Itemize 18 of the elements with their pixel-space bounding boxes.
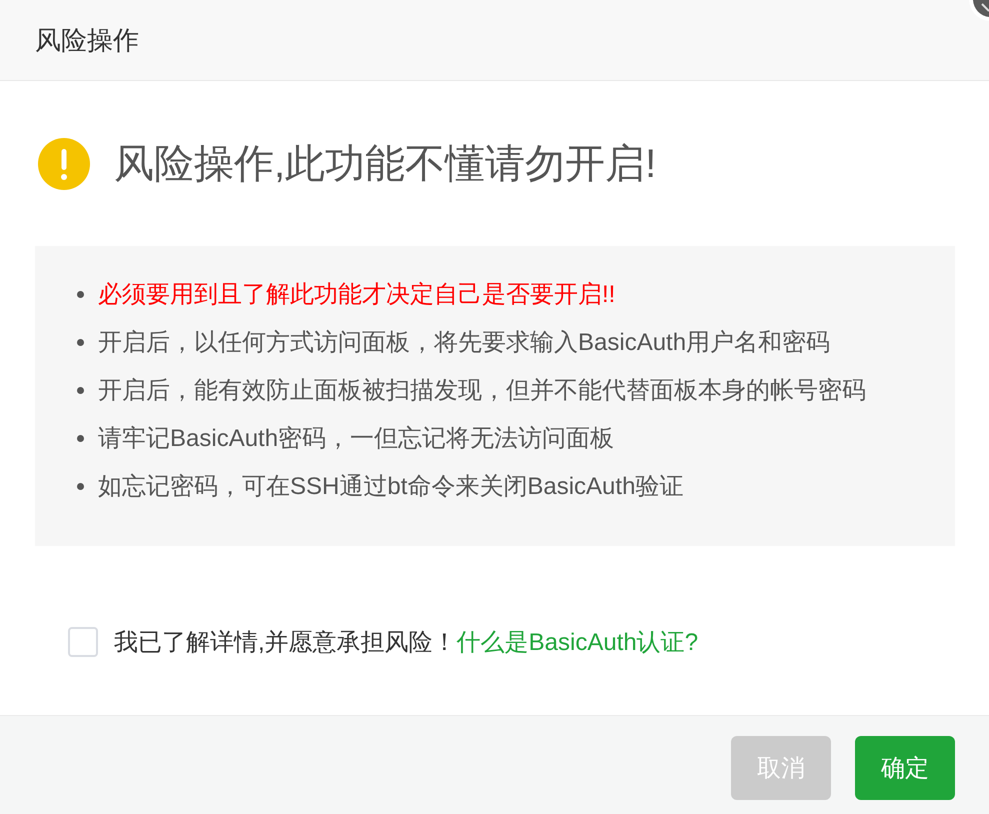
bullet-icon [77,434,84,442]
bullet-icon [77,290,84,298]
confirm-button[interactable]: 确定 [855,736,955,800]
dialog-title: 风险操作 [35,24,139,56]
close-icon[interactable] [969,0,989,21]
warning-note: 必须要用到且了解此功能才决定自己是否要开启!! [98,280,616,310]
note-text: 如忘记密码，可在SSH通过bt命令来关闭BasicAuth验证 [98,472,684,502]
help-link[interactable]: 什么是BasicAuth认证? [456,626,698,658]
bullet-icon [77,482,84,490]
checkbox-label[interactable]: 我已了解详情,并愿意承担风险！ [114,626,457,658]
warning-title: 风险操作,此功能不懂请勿开启! [114,141,656,188]
bullet-icon [77,338,84,346]
warning-icon [38,138,90,190]
checkbox[interactable] [68,627,98,657]
note-text: 开启后，以任何方式访问面板，将先要求输入BasicAuth用户名和密码 [98,328,830,358]
note-text: 请牢记BasicAuth密码，一但忘记将无法访问面板 [98,424,614,454]
note-text: 开启后，能有效防止面板被扫描发现，但并不能代替面板本身的帐号密码 [98,376,866,406]
bullet-icon [77,386,84,394]
